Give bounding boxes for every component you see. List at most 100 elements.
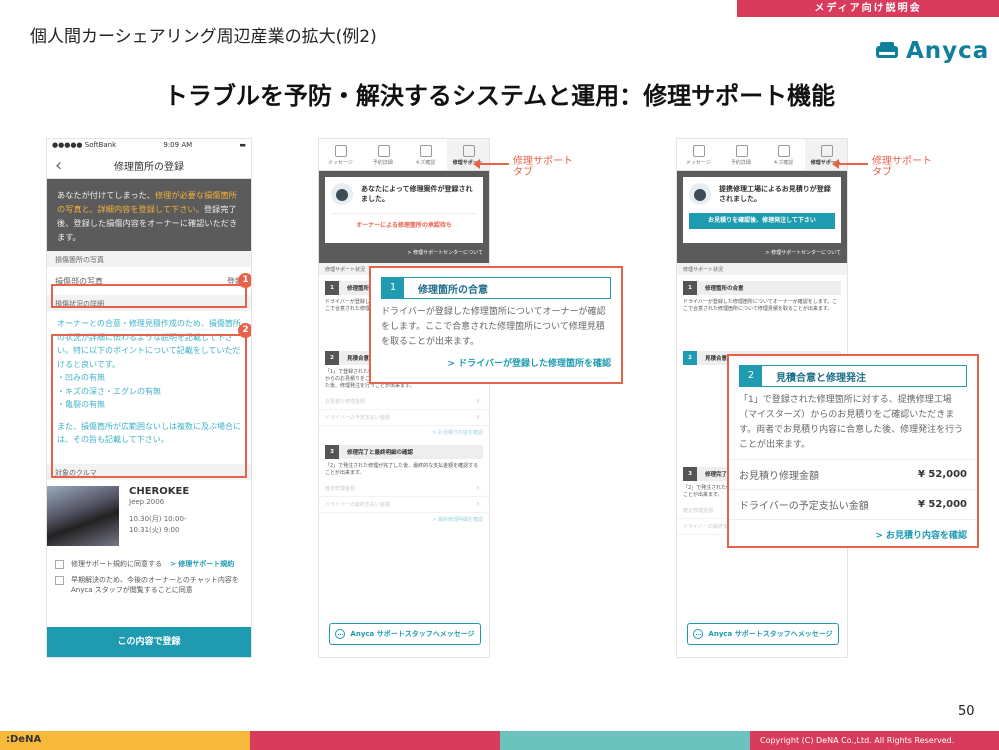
support-center-link[interactable]: > 修理サポートセンターについて — [683, 249, 841, 256]
tab-bar: メッセージ 予約詳細 キズ確認 修理サポート — [677, 139, 847, 171]
chat-icon: … — [693, 629, 704, 639]
driver-payment-row: ドライバーの予定支払い金額 ¥ 52,000 — [729, 489, 977, 519]
terms-checkbox-row[interactable]: 修理サポート規約に同意する > 修理サポート規約 — [47, 556, 251, 572]
tab-repair-support[interactable]: 修理サポート — [446, 139, 489, 170]
arrow-icon — [473, 159, 509, 169]
copyright: Copyright (C) DeNA Co.,Ltd. All Rights R… — [760, 736, 955, 745]
callout-title: 見積合意と修理発注 — [776, 372, 866, 384]
battery-icon: ▬ — [239, 141, 246, 149]
carrier: ●●●●● SoftBank — [52, 141, 117, 149]
confirm-estimate-link[interactable]: > お見積り内容を確認 — [729, 519, 977, 541]
row-label: ドライバーの最終支払い金額 — [325, 502, 390, 508]
highlight-detail — [51, 334, 247, 478]
final-amount-row: 確定修理金額 ¥ - — [319, 481, 489, 497]
banner-message: あなたによって修理案件が登録されました。 — [361, 185, 473, 203]
row-value: ¥ 52,000 — [917, 499, 967, 510]
step-number: 3 — [325, 445, 339, 459]
callout-title: 修理箇所の合意 — [418, 284, 488, 296]
confirm-estimate-button[interactable]: お見積りを確認後、修理発注して下さい — [689, 213, 835, 229]
status-bar: ●●●●● SoftBank 9:09 AM ▬ — [47, 139, 251, 153]
marker-1: 1 — [238, 273, 251, 288]
callout-number: 1 — [382, 278, 404, 298]
terms-label: 修理サポート規約に同意する — [71, 560, 162, 568]
support-avatar — [331, 183, 353, 205]
nav-title: 修理箇所の登録 — [114, 162, 184, 173]
callout-body: 「1」で登録された修理箇所に対する、提携修理工場（マイスターズ）からのお見積りを… — [739, 395, 964, 450]
footer-segment — [500, 731, 750, 750]
annotation-text: 修理サポート タブ — [513, 156, 573, 178]
tab-damage-check[interactable]: キズ確認 — [404, 139, 447, 170]
step-3-text: 「2」で発注された修理が完了した後、最終的な支払金額を確認することが出来ます。 — [325, 463, 479, 476]
estimate-link[interactable]: > お見積り内容を確認 — [319, 426, 489, 439]
row-value: ¥ - — [476, 398, 483, 405]
tab-repair-support[interactable]: 修理サポート — [804, 139, 847, 170]
chat-consent-checkbox-row[interactable]: 早期解決のため、今後のオーナーとのチャット内容を Anyca スタッフが閲覧する… — [47, 572, 251, 598]
logo-text: Anyca — [906, 38, 990, 64]
step-3: 3 修理完了と最終明細の確認 — [325, 445, 483, 459]
estimate-amount-row: お見積り修理金額 ¥ 52,000 — [729, 459, 977, 489]
step-number: 1 — [683, 281, 697, 295]
status-label: 修理サポート状況 — [677, 263, 847, 275]
row-label: お見積り修理金額 — [739, 471, 819, 482]
nav-bar: ‹ 修理箇所の登録 — [47, 153, 251, 179]
step1-callout: 1 修理箇所の合意 ドライバーが登録した修理箇所についてオーナーが確認をします。こ… — [369, 266, 623, 384]
step-1: 1 修理箇所の合意 — [683, 281, 841, 295]
page-number: 50 — [958, 704, 975, 719]
step-number: 1 — [325, 281, 339, 295]
estimate-row: お見積り修理金額 ¥ - — [319, 394, 489, 410]
chat-icon: … — [335, 629, 346, 639]
message-support-button[interactable]: … Anyca サポートスタッフへメッセージ — [329, 623, 481, 645]
tab-reservation[interactable]: 予約詳細 — [720, 139, 763, 170]
time: 9:09 AM — [163, 141, 193, 149]
confirm-repair-link[interactable]: > ドライバーが登録した修理箇所を確認 — [371, 356, 621, 369]
message-button-label: Anyca サポートスタッフへメッセージ — [708, 630, 833, 638]
tab-message[interactable]: メッセージ — [677, 139, 720, 170]
step-title: 修理完了と最終明細の確認 — [347, 450, 414, 456]
checkbox[interactable] — [55, 560, 64, 569]
row-label: お見積り修理金額 — [325, 399, 366, 405]
marker-2: 2 — [238, 323, 251, 338]
back-chevron-icon[interactable]: ‹ — [55, 155, 62, 176]
row-value: ¥ - — [476, 485, 483, 492]
driver-payment-row: ドライバーの予定支払い金額 ¥ - — [319, 410, 489, 426]
tab-damage-check[interactable]: キズ確認 — [762, 139, 805, 170]
support-avatar — [689, 183, 711, 205]
footer-segment — [250, 731, 500, 750]
tab-message[interactable]: メッセージ — [319, 139, 362, 170]
status-banner: あなたによって修理案件が登録されました。 オーナーによる修理箇所の承認待ち > … — [319, 171, 489, 263]
car-name: CHEROKEE — [129, 486, 190, 497]
car-date: 10.31(火) 9:00 — [129, 526, 180, 534]
callout-body: ドライバーが登録した修理箇所についてオーナーが確認をします。ここで合意された修理… — [381, 307, 606, 347]
tab-reservation[interactable]: 予約詳細 — [362, 139, 405, 170]
approval-status: オーナーによる修理箇所の承認待ち — [331, 213, 477, 229]
banner-message: 提携修理工場によるお見積りが登録されました。 — [719, 185, 831, 203]
final-statement-link[interactable]: > 最終修理明細を確認 — [319, 513, 489, 526]
photo-section-label: 損傷箇所の写真 — [47, 251, 251, 267]
dena-logo: :DeNA — [6, 734, 42, 745]
checkbox[interactable] — [55, 576, 64, 585]
car-date: 10.30(月) 10:00- — [129, 515, 187, 523]
tab-bar: メッセージ 予約詳細 キズ確認 修理サポート — [319, 139, 489, 171]
intro-text: あなたが付けてしまった、修理が必要な損傷箇所の写真と、詳細内容を登録して下さい。… — [47, 179, 251, 251]
terms-link[interactable]: > 修理サポート規約 — [170, 559, 234, 569]
phone-repair-support-step1: メッセージ 予約詳細 キズ確認 修理サポート あなたによって修理案件が登録されま… — [318, 138, 490, 658]
slide-subtitle: 個人間カーシェアリング周辺産業の拡大(例2) — [30, 27, 377, 47]
step-number: 2 — [325, 351, 339, 365]
annotation-text: 修理サポート タブ — [872, 156, 932, 178]
row-value: ¥ 52,000 — [917, 469, 967, 480]
event-badge: メディア向け説明会 — [737, 0, 999, 17]
intro-part: あなたが付けてしまった、 — [57, 190, 155, 200]
message-support-button[interactable]: … Anyca サポートスタッフへメッセージ — [687, 623, 839, 645]
highlight-photo — [51, 284, 247, 308]
row-label: 確定修理金額 — [325, 486, 356, 492]
row-label: ドライバーの予定支払い金額 — [739, 501, 869, 512]
step2-callout: 2 見積合意と修理発注 「1」で登録された修理箇所に対する、提携修理工場（マイスタ… — [727, 354, 979, 548]
step-number: 2 — [683, 351, 697, 365]
slide-title: トラブルを予防・解決するシステムと運用：修理サポート機能 — [163, 82, 836, 110]
phone-register-repair: ●●●●● SoftBank 9:09 AM ▬ ‹ 修理箇所の登録 あなたが付… — [46, 138, 252, 658]
support-center-link[interactable]: > 修理サポートセンターについて — [325, 249, 483, 256]
car-model: Jeep 2006 — [129, 498, 165, 506]
submit-button[interactable]: この内容で登録 — [47, 627, 251, 657]
final-payment-row: ドライバーの最終支払い金額 ¥ - — [319, 497, 489, 513]
car-photo — [47, 486, 119, 546]
